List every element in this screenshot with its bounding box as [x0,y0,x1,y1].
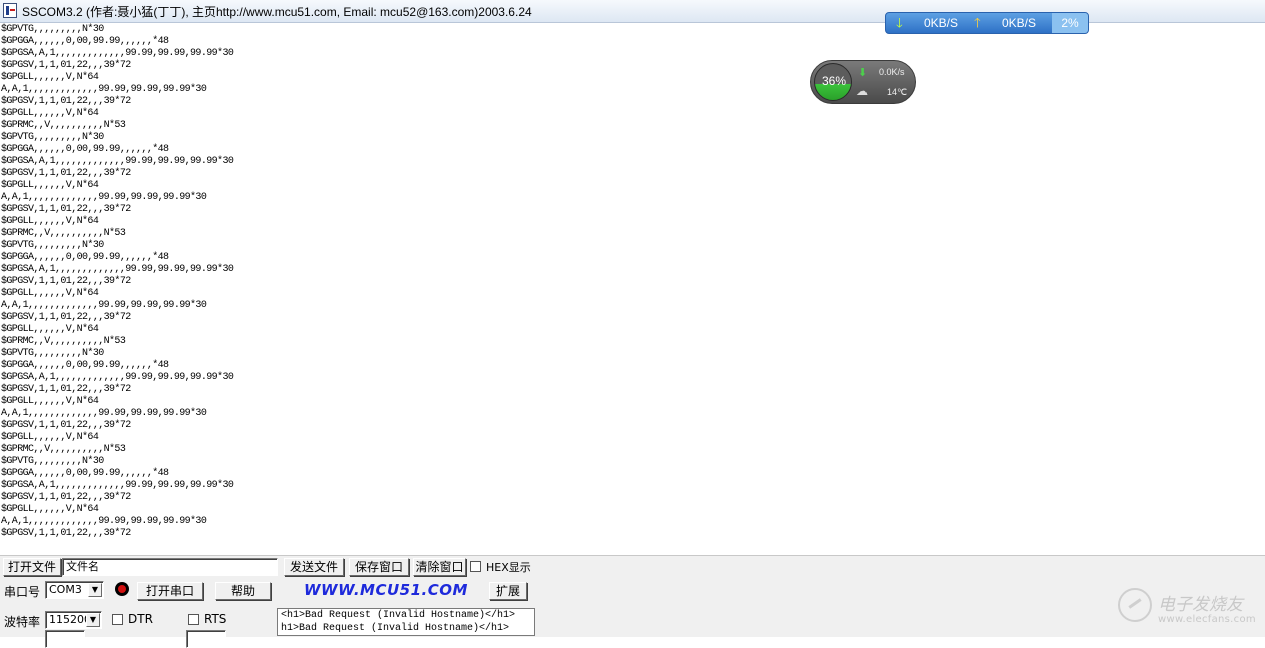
usage-value: 36% [821,74,847,88]
dtr-checkbox[interactable] [112,614,123,625]
cpu-usage: 2% [1052,13,1088,33]
usage-gauge: 36% [814,63,852,101]
received-data-text: $GPVTG,,,,,,,,,N*30 $GPGGA,,,,,,0,00,99.… [1,24,234,539]
watermark-cn: 电子发烧友 [1158,595,1243,615]
download-arrow-icon: 🡓 [896,15,903,30]
port-label: 串口号 [4,585,41,599]
help-button[interactable]: 帮助 [215,582,271,600]
website-link[interactable]: WWW.MCU51.COM [304,581,468,599]
window-title: SSCOM3.2 (作者:聂小猛(丁丁), 主页http://www.mcu51… [22,5,532,19]
watermark: 电子发烧友 www.elecfans.com [1118,586,1258,630]
upload-arrow-icon: 🡑 [974,15,981,30]
widget-temperature: 14℃ [887,87,908,97]
send-file-button[interactable]: 发送文件 [284,558,344,576]
cloud-icon: ☁ [856,84,868,98]
baud-selected-value: 115200 [49,613,91,626]
filename-input[interactable]: 文件名 [62,558,278,576]
chevron-down-icon[interactable]: ▼ [88,583,102,597]
clear-window-button[interactable]: 清除窗口 [413,558,466,576]
open-file-button[interactable]: 打开文件 [3,558,61,576]
watermark-en: www.elecfans.com [1158,614,1256,625]
port-select[interactable]: COM3 ▼ [45,581,104,599]
dtr-label: DTR [128,612,153,626]
expand-button[interactable]: 扩展 [489,582,527,600]
network-monitor: 🡓 0KB/S 🡑 0KB/S 2% [885,12,1089,34]
port-status-led [115,582,129,596]
hex-display-checkbox[interactable] [470,561,481,572]
data-bits-select[interactable] [45,630,85,648]
download-arrow-icon: ⬇ [858,67,868,79]
widget-speed: 0.0K/s [879,67,905,77]
open-port-button[interactable]: 打开串口 [137,582,203,600]
receive-window[interactable]: $GPVTG,,,,,,,,,N*30 $GPGGA,,,,,,0,00,99.… [0,23,1265,553]
save-window-button[interactable]: 保存窗口 [349,558,409,576]
hex-display-label: HEX显示 [486,561,531,574]
system-widget[interactable]: 36% ⬇ 0.0K/s ☁ 14℃ [810,60,916,104]
elecfans-logo-icon [1118,588,1152,622]
chevron-down-icon[interactable]: ▼ [86,613,100,627]
rts-label: RTS [204,612,227,626]
port-selected-value: COM3 [49,583,82,596]
baud-select[interactable]: 115200 ▼ [45,611,102,629]
baud-label: 波特率 [4,615,41,629]
download-speed: 0KB/S [924,16,959,30]
app-icon [3,3,17,18]
upload-speed: 0KB/S [1002,16,1037,30]
interval-input[interactable] [186,630,226,648]
rts-checkbox[interactable] [188,614,199,625]
send-data-input[interactable]: <h1>Bad Request (Invalid Hostname)</h1> … [277,608,535,636]
